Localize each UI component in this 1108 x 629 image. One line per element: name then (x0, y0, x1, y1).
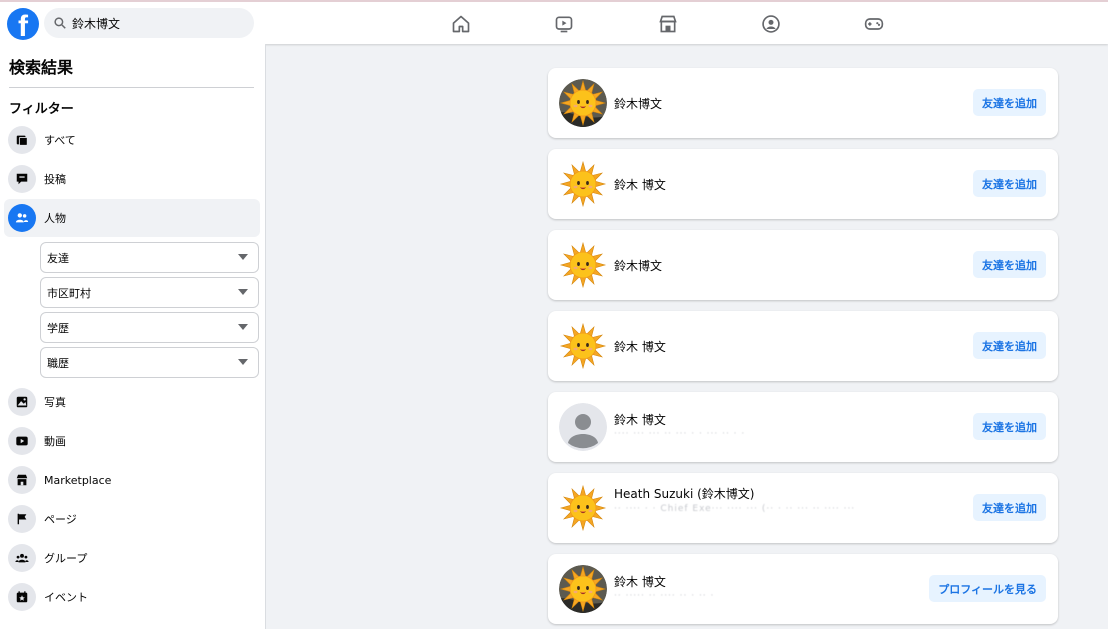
result-name[interactable]: 鈴木博文 (614, 257, 662, 274)
filter-friends-select[interactable]: 友達 (40, 242, 259, 273)
default-avatar[interactable] (559, 403, 607, 451)
sidebar-item-label: 投稿 (44, 173, 66, 186)
add-friend-button[interactable]: 友達を追加 (973, 332, 1046, 359)
result-card[interactable]: 鈴木 博文 友達を追加 (548, 311, 1058, 381)
groups-icon[interactable] (760, 13, 782, 35)
result-card[interactable]: Heath Suzuki (鈴木博文) ·· ···· · · Chief Ex… (548, 473, 1058, 543)
result-card[interactable]: 鈴木 博文 ···· ··· ··· ·· ··· · · ··· ·· · ·… (548, 392, 1058, 462)
sidebar-item-photos[interactable]: 写真 (4, 383, 260, 421)
search-sidebar: 検索結果 フィルター すべて 投稿 人物 友達 市区町村 学歴 職歴 写真 動画… (0, 44, 266, 629)
facebook-logo[interactable]: f (7, 8, 39, 40)
sidebar-item-label: 人物 (44, 212, 66, 225)
result-card[interactable]: 鈴木博文 友達を追加 (548, 230, 1058, 300)
sun-avatar[interactable] (559, 322, 607, 370)
select-value: 友達 (47, 251, 69, 265)
sun-avatar[interactable] (559, 565, 607, 613)
result-name[interactable]: Heath Suzuki (鈴木博文) (614, 485, 754, 502)
search-icon (54, 17, 66, 29)
filter-work-select[interactable]: 職歴 (40, 347, 259, 378)
pages-icon (8, 505, 36, 533)
home-icon[interactable] (450, 13, 472, 35)
add-friend-button[interactable]: 友達を追加 (973, 413, 1046, 440)
photos-icon (8, 388, 36, 416)
select-value: 職歴 (47, 356, 69, 370)
sun-avatar[interactable] (559, 241, 607, 289)
result-subtitle: ···· ··· ··· ·· ··· · · ··· ·· · · (614, 429, 746, 439)
videos-icon (8, 427, 36, 455)
sidebar-item-label: 写真 (44, 396, 66, 409)
events-icon (8, 583, 36, 611)
groups-icon (8, 544, 36, 572)
sidebar-item-pages[interactable]: ページ (4, 500, 260, 538)
filter-heading: フィルター (9, 102, 74, 117)
sidebar-item-label: 動画 (44, 435, 66, 448)
divider (9, 87, 254, 88)
caret-down-icon (238, 324, 248, 330)
sidebar-item-people[interactable]: 人物 (4, 199, 260, 237)
view-profile-button[interactable]: プロフィールを見る (929, 575, 1046, 602)
sidebar-title: 検索結果 (9, 58, 74, 77)
add-friend-button[interactable]: 友達を追加 (973, 251, 1046, 278)
result-name[interactable]: 鈴木 博文 (614, 573, 666, 590)
all-icon (8, 126, 36, 154)
sidebar-item-videos[interactable]: 動画 (4, 422, 260, 460)
select-value: 市区町村 (47, 286, 91, 300)
result-subtitle: ·· ···· · · Chief Exe··· ···· ··· (·· · … (614, 504, 856, 514)
marketplace-icon[interactable] (657, 13, 679, 35)
search-input[interactable] (72, 16, 242, 30)
add-friend-button[interactable]: 友達を追加 (973, 170, 1046, 197)
caret-down-icon (238, 254, 248, 260)
sidebar-item-label: グループ (44, 552, 88, 565)
caret-down-icon (238, 359, 248, 365)
sidebar-item-label: ページ (44, 513, 77, 526)
result-name[interactable]: 鈴木博文 (614, 95, 662, 112)
sidebar-item-events[interactable]: イベント (4, 578, 260, 616)
marketplace-icon (8, 466, 36, 494)
result-name[interactable]: 鈴木 博文 (614, 411, 666, 428)
sidebar-item-groups[interactable]: グループ (4, 539, 260, 577)
people-icon (8, 204, 36, 232)
gaming-icon[interactable] (863, 13, 885, 35)
sidebar-item-posts[interactable]: 投稿 (4, 160, 260, 198)
filter-education-select[interactable]: 学歴 (40, 312, 259, 343)
caret-down-icon (238, 289, 248, 295)
filter-city-select[interactable]: 市区町村 (40, 277, 259, 308)
result-name[interactable]: 鈴木 博文 (614, 176, 666, 193)
result-card[interactable]: 鈴木 博文 ·· ····· ·· ···· ·· · ·· · プロフィールを… (548, 554, 1058, 624)
sun-avatar[interactable] (559, 484, 607, 532)
add-friend-button[interactable]: 友達を追加 (973, 89, 1046, 116)
sidebar-item-label: Marketplace (44, 473, 112, 487)
add-friend-button[interactable]: 友達を追加 (973, 494, 1046, 521)
posts-icon (8, 165, 36, 193)
sidebar-item-label: イベント (44, 591, 88, 604)
sidebar-item-marketplace[interactable]: Marketplace (4, 461, 260, 499)
top-navigation-bar: f (0, 0, 1108, 44)
result-card[interactable]: 鈴木 博文 友達を追加 (548, 149, 1058, 219)
sidebar-item-all[interactable]: すべて (4, 121, 260, 159)
result-name[interactable]: 鈴木 博文 (614, 338, 666, 355)
sidebar-item-label: すべて (44, 134, 76, 147)
result-card[interactable]: 鈴木博文 友達を追加 (548, 68, 1058, 138)
result-subtitle: ·· ····· ·· ···· ·· · ·· · (614, 591, 715, 601)
sun-avatar[interactable] (559, 160, 607, 208)
select-value: 学歴 (47, 321, 69, 335)
search-box[interactable] (44, 8, 254, 38)
watch-icon[interactable] (553, 13, 575, 35)
sun-avatar-photo[interactable] (559, 79, 607, 127)
